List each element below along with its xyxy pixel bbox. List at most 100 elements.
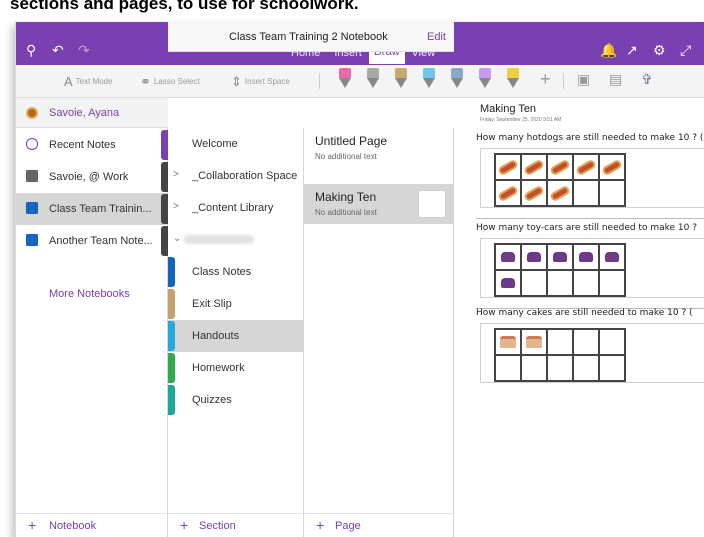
lasso-select-button[interactable]: ⚭ Lasso Select	[140, 74, 200, 90]
page-item[interactable]: Untitled Page No additional text	[304, 128, 454, 168]
ten-frame-cell	[521, 154, 547, 180]
pen-tip-icon	[395, 78, 407, 88]
notebook-item[interactable]: Class Team Trainin...	[16, 193, 168, 225]
caption-text: sections and pages, to use for schoolwor…	[10, 0, 359, 13]
notebook-title: Class Team Training 2 Notebook	[229, 31, 388, 43]
ten-frame-cell	[495, 270, 521, 296]
pen-tool[interactable]	[450, 68, 464, 92]
car-image	[605, 252, 619, 262]
text-mode-button[interactable]: A Text Mode	[64, 74, 113, 89]
section-list: Welcome > _Collaboration Space > _Content Li…	[168, 128, 304, 537]
edit-button[interactable]: Edit	[427, 31, 446, 43]
hotdog-image	[549, 158, 571, 176]
section-item[interactable]: Homework	[168, 352, 304, 384]
chevron-down-icon: ⌄	[173, 233, 182, 244]
ten-frame-cell	[573, 270, 599, 296]
ten-frame-cell	[495, 244, 521, 270]
pen-tip-icon	[367, 78, 379, 88]
expand-icon[interactable]: ⤢	[680, 42, 691, 59]
ten-frame-cell	[599, 180, 625, 206]
question-text: How many cakes are still needed to make …	[476, 308, 693, 318]
ribbon-divider	[319, 73, 320, 89]
section-color-tab	[168, 385, 175, 415]
notebook-label: Savoie, @ Work	[49, 171, 129, 183]
ten-frame-grid	[494, 243, 626, 297]
hotdog-image	[523, 184, 545, 202]
ten-frame-cell	[599, 329, 625, 355]
hotdog-image	[601, 158, 623, 176]
ink-replay-icon[interactable]: ✞	[641, 71, 653, 88]
account-row[interactable]: Savoie, Ayana	[16, 98, 168, 128]
section-item[interactable]: Exit Slip	[168, 288, 304, 320]
section-item[interactable]: Welcome	[168, 128, 304, 160]
ten-frame-cell	[521, 270, 547, 296]
pen-color-swatch	[395, 68, 407, 78]
share-icon[interactable]: ↗	[626, 42, 638, 59]
clock-icon	[26, 138, 38, 150]
pen-tool[interactable]	[422, 68, 436, 92]
page-title[interactable]: Making Ten	[480, 103, 536, 115]
page-date: Friday, September 25, 2020 9:51 AM	[480, 117, 562, 123]
pen-tip-icon	[451, 78, 463, 88]
ten-frame-cell	[599, 244, 625, 270]
insert-space-button[interactable]: ⇕ Insert Space	[231, 74, 290, 90]
section-color-tab	[168, 321, 175, 351]
page-canvas[interactable]: Making Ten Friday, September 25, 2020 9:…	[454, 98, 704, 537]
account-name: Savoie, Ayana	[49, 107, 120, 119]
notification-bell-icon[interactable]: 🔔	[600, 42, 617, 59]
add-pen-icon[interactable]: +	[540, 69, 551, 90]
section-item[interactable]: Quizzes	[168, 384, 304, 416]
hotdog-image	[497, 184, 519, 202]
section-item[interactable]: Class Notes	[168, 256, 304, 288]
notebook-color-tab	[161, 226, 168, 256]
notebook-item[interactable]: Another Team Note...	[16, 225, 168, 257]
add-notebook-button[interactable]: + Notebook	[16, 513, 167, 537]
text-mode-icon: A	[64, 74, 73, 89]
section-color-tab	[168, 257, 175, 287]
section-color-tab	[168, 289, 175, 319]
ten-frame-cell	[495, 154, 521, 180]
pen-tip-icon	[479, 78, 491, 88]
ten-frame-card	[480, 323, 704, 383]
ten-frame-card	[480, 148, 704, 208]
ten-frame-cell	[547, 154, 573, 180]
section-item[interactable]: Handouts	[168, 320, 304, 352]
add-page-button[interactable]: + Page	[304, 513, 453, 537]
ten-frame-grid	[494, 328, 626, 382]
notebook-item[interactable]: Savoie, @ Work	[16, 161, 168, 193]
ten-frame-card	[480, 238, 704, 298]
undo-icon[interactable]: ↶	[52, 42, 64, 59]
settings-gear-icon[interactable]: ⚙	[653, 42, 666, 59]
ruler-icon[interactable]: ▤	[609, 71, 622, 88]
shape-icon[interactable]: ▣	[577, 71, 590, 88]
ten-frame-cell	[599, 154, 625, 180]
add-section-button[interactable]: + Section	[168, 513, 303, 537]
pen-tool[interactable]	[394, 68, 408, 92]
pen-tool[interactable]	[478, 68, 492, 92]
more-notebooks-link[interactable]: More Notebooks	[49, 288, 130, 300]
ten-frame-cell	[599, 270, 625, 296]
plus-icon: +	[28, 517, 37, 533]
redo-icon[interactable]: ↷	[78, 42, 90, 59]
ten-frame-cell	[599, 355, 625, 381]
section-item[interactable]: > _Collaboration Space	[168, 160, 304, 192]
pen-tool[interactable]	[506, 68, 520, 92]
ten-frame-cell	[547, 180, 573, 206]
plus-icon: +	[316, 517, 325, 533]
ten-frame-cell	[521, 329, 547, 355]
pen-tool[interactable]	[338, 68, 352, 92]
ten-frame-cell	[547, 270, 573, 296]
notebook-label: Another Team Note...	[49, 235, 153, 247]
notebook-item[interactable]: Recent Notes	[16, 129, 168, 161]
page-item[interactable]: Making Ten No additional text	[304, 184, 454, 224]
hotdog-image	[523, 158, 545, 176]
pen-tool[interactable]	[366, 68, 380, 92]
section-item[interactable]: > _Content Library	[168, 192, 304, 224]
notebook-header: Class Team Training 2 Notebook	[168, 22, 454, 52]
pen-color-swatch	[507, 68, 519, 78]
notebook-label: Recent Notes	[49, 139, 116, 151]
search-icon[interactable]: ⚲	[26, 42, 36, 59]
section-item[interactable]: ⌄	[168, 224, 304, 256]
hotdog-image	[549, 184, 571, 202]
car-image	[553, 252, 567, 262]
